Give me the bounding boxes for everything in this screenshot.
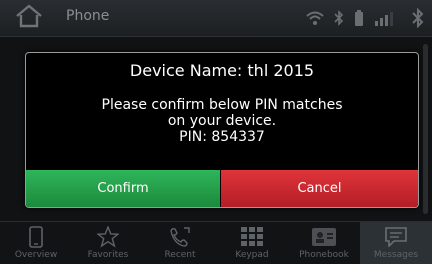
nav-label: Messages (373, 250, 419, 260)
nav-label: Phonebook (299, 250, 349, 260)
pin-confirm-dialog: Device Name: thl 2015 Please confirm bel… (25, 52, 419, 208)
nav-recent[interactable]: Recent (144, 222, 216, 264)
phone-icon (29, 226, 43, 248)
confirm-button[interactable]: Confirm (26, 170, 220, 207)
bluetooth-icon (334, 10, 344, 26)
keypad-icon (241, 226, 263, 248)
status-icons (306, 6, 424, 30)
home-icon (14, 4, 44, 32)
nav-label: Overview (14, 250, 58, 260)
signal-icon (374, 10, 394, 26)
top-bar: Phone (0, 0, 432, 37)
message-line: Please confirm below PIN matches (101, 97, 343, 113)
nav-keypad[interactable]: Keypad (216, 222, 288, 264)
message-line: on your device. (167, 113, 277, 129)
nav-label: Favorites (87, 250, 129, 260)
pin-text: PIN: 854337 (179, 129, 265, 145)
nav-label: Keypad (235, 250, 269, 260)
nav-label: Recent (164, 250, 196, 260)
device-name: Device Name: thl 2015 (129, 61, 315, 80)
nav-phonebook[interactable]: Phonebook (288, 222, 360, 264)
message-icon (385, 226, 407, 248)
home-button[interactable] (6, 4, 52, 32)
nav-overview[interactable]: Overview (0, 222, 72, 264)
page-title: Phone (66, 8, 110, 24)
cancel-button[interactable]: Cancel (221, 170, 418, 207)
phonebook-icon (311, 226, 337, 248)
battery-icon (354, 10, 364, 26)
bluetooth-icon (412, 8, 424, 28)
dialog-message: Please confirm below PIN matches on your… (26, 97, 418, 145)
recent-calls-icon (168, 226, 192, 248)
scrollbar[interactable] (423, 44, 428, 214)
nav-favorites[interactable]: Favorites (72, 222, 144, 264)
wifi-icon (306, 10, 324, 26)
star-icon (97, 226, 119, 248)
bottom-nav: Overview Favorites Recent Keypad Phonebo… (0, 221, 432, 264)
nav-messages[interactable]: Messages (360, 222, 432, 264)
